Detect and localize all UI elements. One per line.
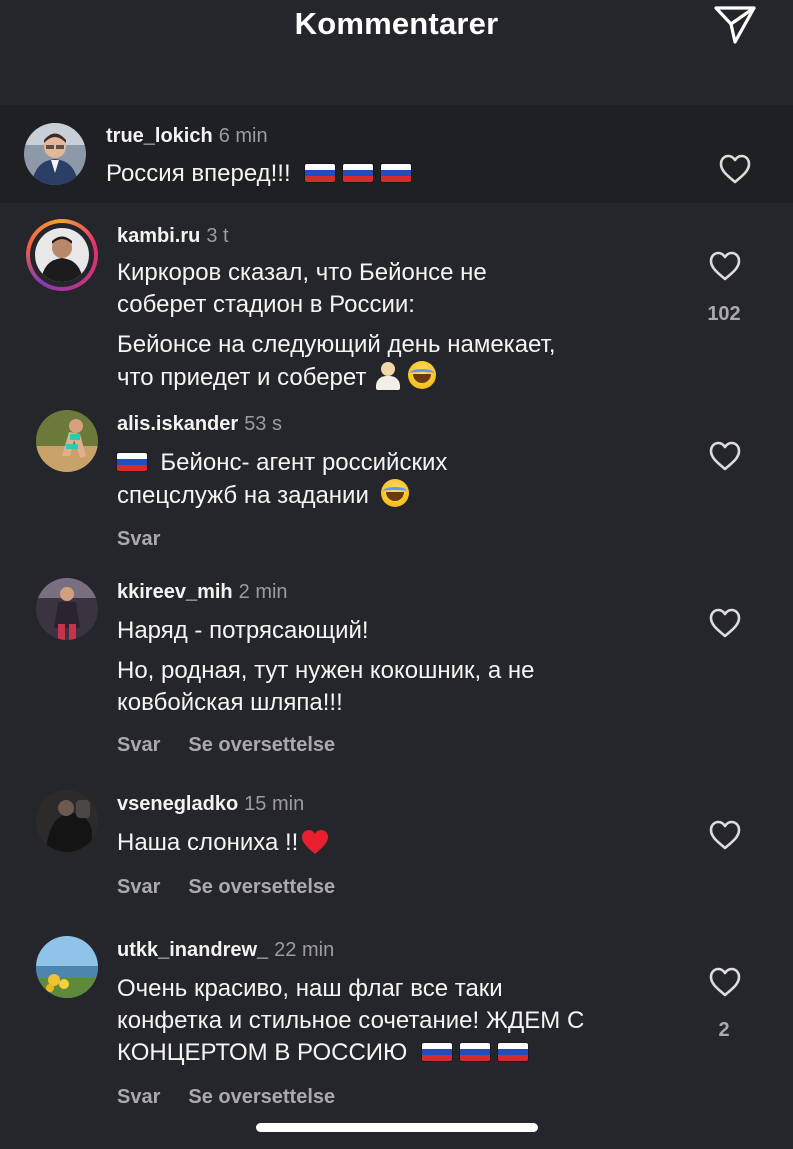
see-translation-button[interactable]: Se oversettelse bbox=[188, 1086, 335, 1108]
page-title: Kommentarer bbox=[294, 6, 499, 41]
laughing-tears-emoji bbox=[380, 479, 409, 507]
like-count: 102 bbox=[707, 303, 741, 325]
send-icon[interactable] bbox=[710, 0, 758, 48]
timestamp: 6 min bbox=[218, 125, 268, 147]
comment-line: Очень красиво, наш флаг все таки bbox=[117, 975, 503, 1002]
see-translation-button[interactable]: Se oversettelse bbox=[188, 876, 335, 898]
avatar[interactable] bbox=[36, 410, 98, 472]
comment-text: Наша слониха !! bbox=[117, 827, 330, 859]
comment-text: Россия вперед!!! bbox=[106, 158, 412, 190]
avatar[interactable] bbox=[36, 578, 98, 640]
comment-line: Наша слониха !! bbox=[117, 829, 299, 856]
comment-line: Наряд - потрясающий! bbox=[117, 617, 369, 644]
russia-flag-emoji bbox=[305, 164, 336, 182]
comment-line: Россия вперед!!! bbox=[106, 160, 291, 187]
red-heart-emoji bbox=[302, 830, 329, 854]
like-heart-icon[interactable] bbox=[718, 153, 752, 185]
home-indicator[interactable] bbox=[256, 1123, 538, 1132]
avatar[interactable] bbox=[36, 790, 98, 852]
comment-line: спецслужб на задании bbox=[117, 482, 369, 509]
username[interactable]: utkk_inandrew_ bbox=[117, 939, 268, 961]
username[interactable]: kambi.ru bbox=[117, 225, 200, 247]
comment-item: alis.iskander 53 s Бейонс- агент российск… bbox=[0, 405, 793, 555]
comment-item: true_lokich 6 min Россия вперед!!! bbox=[0, 105, 793, 203]
comment-line: Бейонс- агент российских bbox=[160, 449, 448, 476]
comment-line: ковбойская шляпа!!! bbox=[117, 689, 343, 716]
username[interactable]: true_lokich bbox=[106, 125, 213, 147]
like-heart-icon[interactable] bbox=[708, 250, 742, 282]
comment-meta: alis.iskander 53 s bbox=[117, 413, 282, 436]
comment-actions: Svar Se oversettelse bbox=[117, 734, 335, 757]
russia-flag-emoji bbox=[381, 164, 412, 182]
reply-button[interactable]: Svar bbox=[117, 734, 160, 756]
header: Kommentarer bbox=[0, 0, 793, 60]
comment-line: Но, родная, тут нужен кокошник, а не bbox=[117, 657, 535, 684]
reply-button[interactable]: Svar bbox=[117, 1086, 160, 1108]
story-ring[interactable] bbox=[26, 219, 98, 291]
timestamp: 3 t bbox=[206, 225, 229, 247]
russia-flag-emoji bbox=[343, 164, 374, 182]
timestamp: 2 min bbox=[238, 581, 288, 603]
comment-meta: utkk_inandrew_ 22 min bbox=[117, 939, 334, 962]
comment-meta: kkireev_mih 2 min bbox=[117, 581, 288, 604]
comment-actions: Svar Se oversettelse bbox=[117, 876, 335, 899]
username[interactable]: alis.iskander bbox=[117, 413, 238, 435]
comment-text: Очень красиво, наш флаг все таки конфетк… bbox=[117, 973, 584, 1069]
avatar[interactable] bbox=[36, 936, 98, 998]
reply-button[interactable]: Svar bbox=[117, 876, 160, 898]
timestamp: 15 min bbox=[244, 793, 305, 815]
reply-button[interactable]: Svar bbox=[117, 528, 160, 550]
like-count: 2 bbox=[718, 1019, 730, 1041]
avatar[interactable] bbox=[24, 123, 86, 185]
like-heart-icon[interactable] bbox=[708, 440, 742, 472]
comment-line: Киркоров сказал, что Бейонсе не bbox=[117, 259, 487, 286]
timestamp: 22 min bbox=[274, 939, 335, 961]
username[interactable]: vsenegladko bbox=[117, 793, 238, 815]
username[interactable]: kkireev_mih bbox=[117, 581, 233, 603]
person-tipping-hand-emoji bbox=[374, 361, 404, 391]
russia-flag-emoji bbox=[459, 1043, 490, 1061]
like-heart-icon[interactable] bbox=[708, 819, 742, 851]
comment-text: Бейонс- агент российских спецслужб на за… bbox=[117, 447, 447, 512]
comment-line: соберет стадион в России: bbox=[117, 291, 415, 318]
timestamp: 53 s bbox=[244, 413, 282, 435]
comment-item: kkireev_mih 2 min Наряд - потрясающий! Но… bbox=[0, 573, 793, 773]
comment-item: vsenegladko 15 min Наша слониха !! Svar Se… bbox=[0, 785, 793, 915]
comment-text: Наряд - потрясающий! Но, родная, тут нуж… bbox=[117, 615, 535, 719]
see-translation-button[interactable]: Se oversettelse bbox=[188, 734, 335, 756]
avatar[interactable] bbox=[35, 228, 89, 282]
comment-actions: Svar bbox=[117, 528, 160, 551]
like-heart-icon[interactable] bbox=[708, 607, 742, 639]
russia-flag-emoji bbox=[117, 453, 147, 471]
comment-item: kambi.ru 3 t Киркоров сказал, что Бейонсе… bbox=[0, 215, 793, 405]
like-heart-icon[interactable] bbox=[708, 966, 742, 998]
laughing-tears-emoji bbox=[408, 361, 437, 389]
comment-item: utkk_inandrew_ 22 min Очень красиво, наш … bbox=[0, 933, 793, 1113]
russia-flag-emoji bbox=[497, 1043, 528, 1061]
comment-meta: kambi.ru 3 t bbox=[117, 225, 229, 248]
comment-meta: true_lokich 6 min bbox=[106, 125, 268, 148]
comment-line: что приедет и соберет bbox=[117, 364, 367, 391]
comment-actions: Svar Se oversettelse bbox=[117, 1086, 335, 1109]
russia-flag-emoji bbox=[421, 1043, 452, 1061]
comment-text: Киркоров сказал, что Бейонсе не соберет … bbox=[117, 257, 556, 394]
comment-line: конфетка и стильное сочетание! ЖДЕМ С bbox=[117, 1007, 585, 1034]
comment-meta: vsenegladko 15 min bbox=[117, 793, 304, 816]
comment-line: КОНЦЕРТОМ В РОССИЮ bbox=[117, 1039, 408, 1066]
comment-line: Бейонсе на следующий день намекает, bbox=[117, 331, 556, 358]
